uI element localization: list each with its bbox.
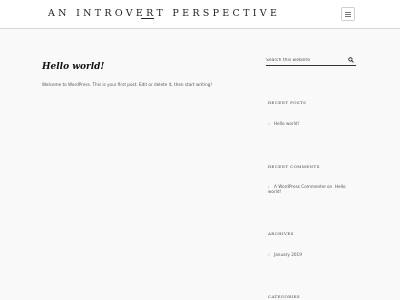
list-bullet: › [268, 121, 270, 126]
list-bullet: › [268, 252, 270, 257]
comment-post-link[interactable]: Hello [335, 184, 346, 189]
comment-post-link-continued[interactable]: world! [268, 189, 281, 194]
search-icon[interactable] [348, 57, 354, 63]
title-underline [141, 18, 154, 19]
categories-title: CATEGORIES [268, 294, 301, 299]
search-form [266, 55, 356, 66]
recent-posts-title: RECENT POSTS [268, 100, 307, 105]
recent-comments-title: RECENT COMMENTS [268, 164, 320, 169]
menu-icon[interactable] [341, 7, 355, 21]
post-content: Welcome to WordPress. This is your first… [42, 82, 213, 87]
archives-title: ARCHIVES [268, 231, 294, 236]
archive-link[interactable]: January 2019 [274, 252, 302, 257]
site-header: AN INTROVERT PERSPECTIVE [0, 0, 400, 29]
comment-author-link[interactable]: A WordPress Commenter [274, 184, 326, 189]
comment-connector: on [327, 184, 333, 189]
search-input[interactable] [266, 56, 344, 64]
recent-post-link[interactable]: Hello world! [274, 121, 299, 126]
post-title[interactable]: Hello world! [42, 62, 104, 72]
site-title[interactable]: AN INTROVERT PERSPECTIVE [48, 8, 280, 19]
